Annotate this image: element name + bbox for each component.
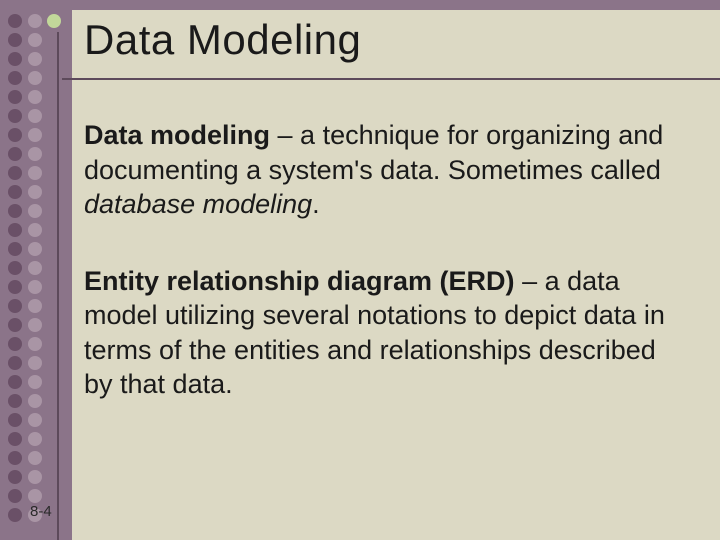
dot-icon	[28, 185, 42, 199]
dot-icon	[28, 33, 42, 47]
dot-icon	[28, 318, 42, 332]
dot-icon	[8, 147, 22, 161]
slide-container: Data Modeling Data modeling – a techniqu…	[0, 0, 720, 540]
dot-icon	[8, 185, 22, 199]
dot-icon	[28, 242, 42, 256]
dot-icon	[8, 223, 22, 237]
dot-icon	[8, 375, 22, 389]
dot-icon	[28, 394, 42, 408]
dot-icon	[8, 109, 22, 123]
dot-icon	[8, 204, 22, 218]
dot-icon	[28, 356, 42, 370]
dot-icon	[28, 261, 42, 275]
dot-icon	[28, 71, 42, 85]
dot-icon	[8, 280, 22, 294]
dot-icon	[8, 242, 22, 256]
dot-icon	[8, 470, 22, 484]
term-data-modeling: Data modeling	[84, 120, 270, 150]
dot-column-dark	[6, 14, 24, 527]
dot-column-light	[26, 14, 44, 527]
dot-icon	[8, 356, 22, 370]
dot-icon	[8, 508, 22, 522]
dot-icon	[28, 166, 42, 180]
top-stripe-decoration	[0, 0, 720, 10]
dot-icon	[8, 52, 22, 66]
dot-icon	[8, 299, 22, 313]
dot-icon	[28, 14, 42, 28]
dot-icon	[28, 451, 42, 465]
italic-database-modeling: database modeling	[84, 189, 312, 219]
dot-icon	[8, 14, 22, 28]
definition-paragraph-2: Entity relationship diagram (ERD) – a da…	[84, 264, 684, 402]
dot-icon	[28, 52, 42, 66]
dot-icon	[8, 261, 22, 275]
dot-icon	[8, 394, 22, 408]
dot-icon	[28, 299, 42, 313]
dot-icon	[8, 451, 22, 465]
dot-icon	[8, 166, 22, 180]
dot-icon	[28, 375, 42, 389]
dot-icon	[28, 128, 42, 142]
definition-paragraph-1: Data modeling – a technique for organizi…	[84, 118, 684, 222]
dot-icon	[8, 337, 22, 351]
dot-icon	[28, 223, 42, 237]
dot-icon	[28, 489, 42, 503]
dot-icon	[28, 109, 42, 123]
term-erd: Entity relationship diagram (ERD)	[84, 266, 515, 296]
dot-icon	[8, 489, 22, 503]
definition-text: .	[312, 189, 320, 219]
vertical-divider	[57, 32, 59, 540]
dot-icon	[8, 318, 22, 332]
dot-icon	[28, 432, 42, 446]
dot-icon	[28, 90, 42, 104]
accent-dot-icon	[47, 14, 61, 28]
dot-icon	[8, 413, 22, 427]
dot-icon	[8, 33, 22, 47]
dot-icon	[28, 280, 42, 294]
dot-icon	[8, 90, 22, 104]
dot-icon	[28, 413, 42, 427]
page-number: 8-4	[30, 503, 52, 520]
dot-icon	[28, 337, 42, 351]
slide-title: Data Modeling	[84, 16, 361, 64]
dot-icon	[28, 147, 42, 161]
dot-icon	[28, 470, 42, 484]
dot-icon	[8, 71, 22, 85]
title-underline	[62, 78, 720, 80]
dot-icon	[8, 128, 22, 142]
slide-body: Data modeling – a technique for organizi…	[84, 118, 684, 444]
dot-icon	[8, 432, 22, 446]
dot-icon	[28, 204, 42, 218]
